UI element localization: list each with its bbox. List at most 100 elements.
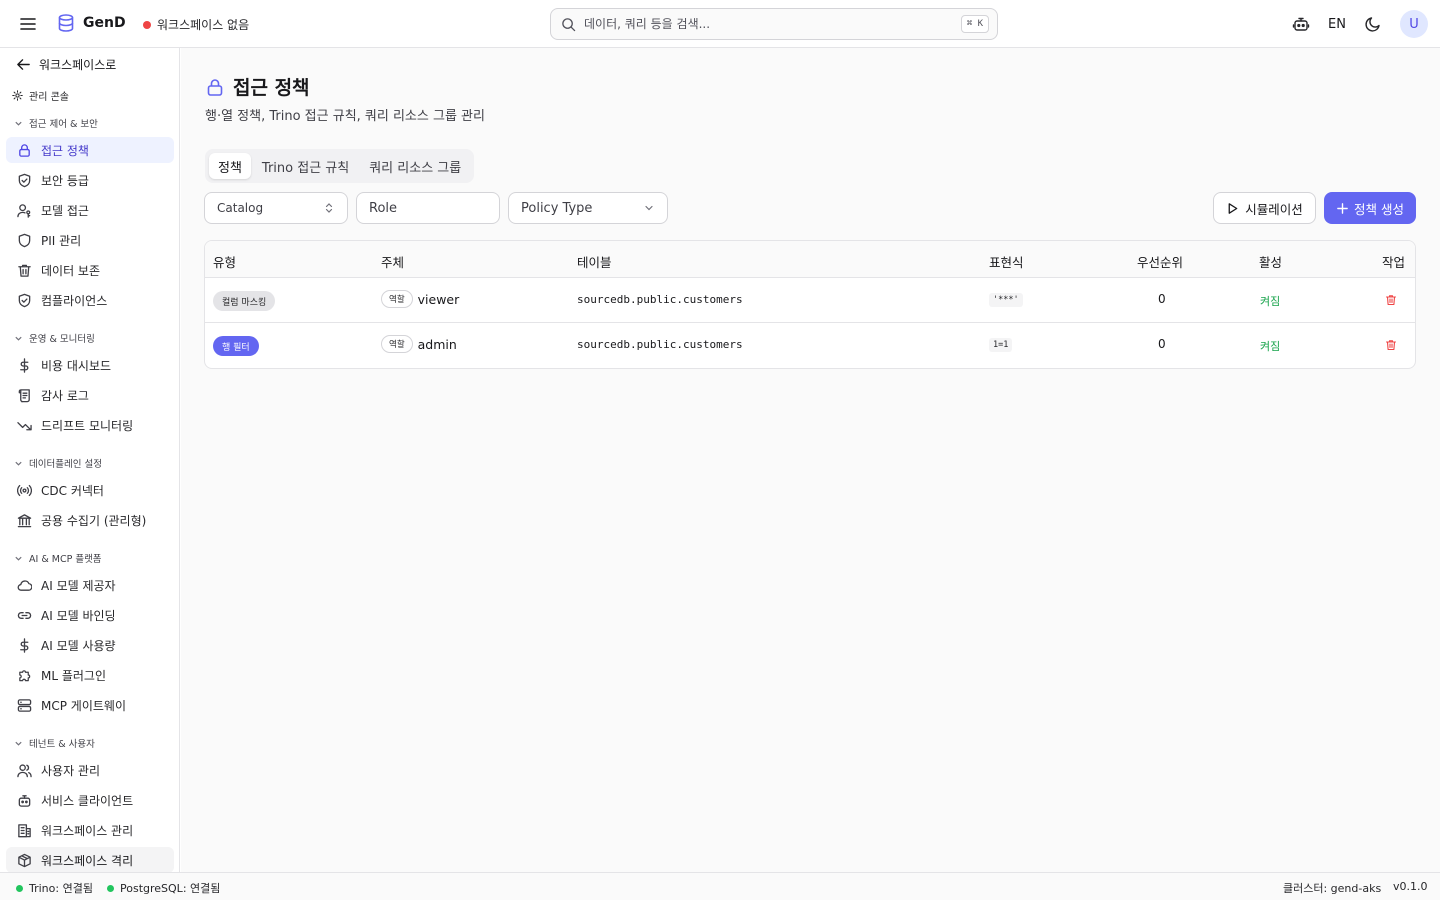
role-input[interactable] [369,200,489,216]
sidebar-item-workspace-management[interactable]: 워크스페이스 관리 [6,817,174,843]
section-tenant-users[interactable]: 테넌트 & 사용자 [14,736,95,750]
type-badge: 행 필터 [213,336,259,356]
top-bar: GenD 워크스페이스 없음 ⌘ K EN U [0,0,1440,48]
status-dot [107,884,114,892]
expression-code: 1=1 [989,338,1013,352]
postgres-status: PostgreSQL: 연결됨 [107,880,220,896]
section-title: 접근 제어 & 보안 [29,119,98,130]
workspace-status[interactable]: 워크스페이스 없음 [143,16,249,33]
puzzle-icon [17,668,32,683]
sidebar-item-service-client[interactable]: 서비스 클라이언트 [6,787,174,813]
sidebar-item-label: 데이터 보존 [41,263,101,278]
chevron-down-icon [14,554,23,563]
sidebar-item-compliance[interactable]: 컴플라이언스 [6,287,174,313]
language-toggle[interactable]: EN [1328,17,1346,32]
sidebar-item-cdc-connector[interactable]: CDC 커넥터 [6,477,174,503]
policy-type-select[interactable]: Policy Type [508,192,668,224]
column-table: 테이블 [577,255,612,270]
subject-name: viewer [417,291,460,307]
page-header: 접근 정책 [205,73,310,100]
menu-icon[interactable] [18,14,38,34]
sidebar-item-audit-log[interactable]: 감사 로그 [6,382,174,408]
sidebar-item-label: 보안 등급 [41,173,89,188]
sidebar-item-workspace-isolation[interactable]: 워크스페이스 격리 [6,847,174,872]
sidebar-item-cost-dashboard[interactable]: 비용 대시보드 [6,352,174,378]
moon-icon[interactable] [1364,15,1382,33]
priority-value: 0 [1158,292,1166,306]
create-policy-button[interactable]: 정책 생성 [1324,192,1416,224]
cloud-icon [17,578,32,593]
delete-icon[interactable] [1385,294,1397,306]
priority-value: 0 [1158,337,1166,351]
sidebar-item-mcp-gateway[interactable]: MCP 게이트웨이 [6,692,174,718]
tab-policy[interactable]: 정책 [209,153,251,179]
sidebar-item-access-policy[interactable]: 접근 정책 [6,137,174,163]
brand-name: GenD [83,15,126,31]
sidebar-item-label: 사용자 관리 [41,763,101,778]
workspace-status-label: 워크스페이스 없음 [157,18,250,32]
avatar[interactable]: U [1400,10,1428,38]
status-dot [16,884,23,892]
sidebar-item-data-retention[interactable]: 데이터 보존 [6,257,174,283]
sidebar-item-label: 공용 수집기 (관리형) [41,513,147,528]
section-access-security[interactable]: 접근 제어 & 보안 [14,116,98,130]
sidebar-item-label: AI 모델 제공자 [41,578,116,593]
shield-check-icon [17,293,32,308]
search-bar[interactable]: ⌘ K [550,8,998,40]
active-status: 켜짐 [1260,340,1281,353]
sidebar-item-label: 컴플라이언스 [41,293,108,308]
sidebar-item-user-management[interactable]: 사용자 관리 [6,757,174,783]
table-row[interactable]: 행 필터 역할 admin sourcedb.public.customers … [205,323,1415,368]
sidebar-item-model-access[interactable]: 모델 접근 [6,197,174,223]
simulate-button[interactable]: 시뮬레이션 [1213,192,1316,224]
scroll-icon [17,388,32,403]
sidebar-item-shared-collector[interactable]: 공용 수집기 (관리형) [6,507,174,533]
main-content: 접근 정책 행·열 정책, Trino 접근 규칙, 쿼리 리소스 그룹 관리 … [181,48,1440,872]
sidebar-item-ai-provider[interactable]: AI 모델 제공자 [6,572,174,598]
box-icon [17,853,32,868]
tab-trino-rules[interactable]: Trino 접근 규칙 [253,153,358,179]
sidebar-item-label: ML 플러그인 [41,668,107,683]
sidebar-item-drift-monitoring[interactable]: 드리프트 모니터링 [6,412,174,438]
brand-logo[interactable]: GenD [56,13,126,33]
bot-icon[interactable] [1292,15,1310,33]
chevron-down-icon [14,459,23,468]
admin-console-link[interactable]: 관리 콘솔 [12,88,69,103]
chevron-up-down-icon [323,202,335,214]
expression-code: '***' [989,293,1023,307]
trending-down-icon [17,418,32,433]
sidebar-item-ml-plugin[interactable]: ML 플러그인 [6,662,174,688]
section-ai-mcp[interactable]: AI & MCP 플랫폼 [14,551,102,565]
chevron-down-icon [643,202,655,214]
back-to-workspace-link[interactable]: 워크스페이스로 [16,55,116,73]
play-icon [1226,202,1239,215]
table-row[interactable]: 컬럼 마스킹 역할 viewer sourcedb.public.custome… [205,278,1415,323]
sidebar-item-ai-usage[interactable]: AI 모델 사용량 [6,632,174,658]
section-ops-monitoring[interactable]: 운영 & 모니터링 [14,331,95,345]
lock-icon [205,77,225,97]
trino-status: Trino: 연결됨 [16,880,93,896]
column-action: 작업 [1382,255,1406,270]
role-filter[interactable] [356,192,500,224]
delete-icon[interactable] [1385,339,1397,351]
sidebar-item-security-level[interactable]: 보안 등급 [6,167,174,193]
policy-type-value: Policy Type [521,200,593,216]
back-label: 워크스페이스로 [39,57,117,72]
section-dataplane-settings[interactable]: 데이터플레인 설정 [14,456,102,470]
catalog-select[interactable]: Catalog [204,192,348,224]
column-expression: 표현식 [989,255,1024,270]
section-title: 운영 & 모니터링 [29,334,95,345]
chevron-down-icon [14,739,23,748]
sidebar-item-pii[interactable]: PII 관리 [6,227,174,253]
table-name: sourcedb.public.customers [577,338,743,351]
tab-resource-groups[interactable]: 쿼리 리소스 그룹 [360,153,470,179]
catalog-select-value: Catalog [217,201,264,215]
subject-name: admin [417,336,457,352]
cluster-name: 클러스터: gend-aks [1283,880,1381,896]
role-tag: 역할 [381,290,413,308]
sidebar-item-ai-binding[interactable]: AI 모델 바인딩 [6,602,174,628]
type-badge: 컬럼 마스킹 [213,291,276,311]
shield-icon [17,233,32,248]
search-input[interactable] [584,12,961,36]
active-status: 켜짐 [1260,295,1281,308]
